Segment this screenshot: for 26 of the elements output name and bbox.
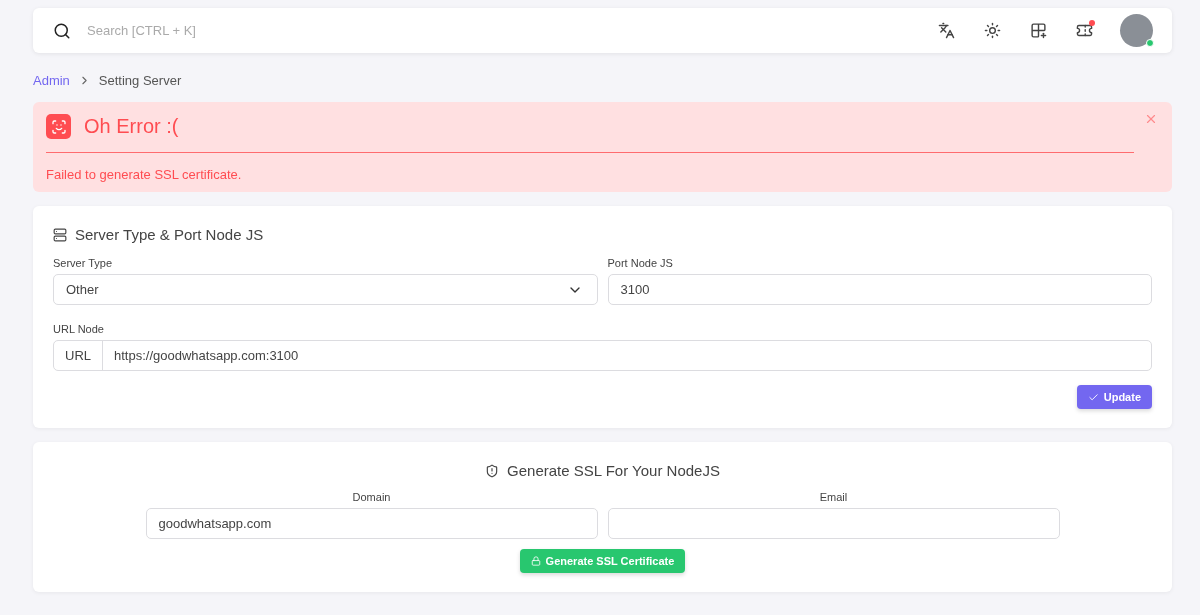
card-title: Server Type & Port Node JS	[75, 226, 264, 243]
server-icon	[53, 227, 67, 242]
alert-title: Oh Error :(	[84, 115, 179, 138]
lock-icon	[530, 556, 541, 566]
breadcrumb-current: Setting Server	[98, 73, 182, 88]
field-label: Server Type	[53, 257, 114, 269]
url-input[interactable]: https://goodwhatsapp.com:3100	[103, 341, 1151, 370]
server-type-select[interactable]: Other	[53, 274, 598, 305]
field-label: Port Node JS	[607, 257, 674, 269]
face-scan-icon	[46, 114, 71, 139]
card-title: Generate SSL For Your NodeJS	[507, 462, 720, 479]
update-button[interactable]: Update	[1076, 385, 1152, 409]
check-icon	[1087, 391, 1099, 403]
shield-icon	[485, 463, 500, 478]
email-input[interactable]	[607, 508, 1060, 539]
url-field[interactable]: URL https://goodwhatsapp.com:3100	[53, 340, 1152, 371]
field-label: Domain	[352, 491, 391, 503]
url-prefix: URL	[54, 341, 103, 370]
field-label: Email	[819, 491, 848, 503]
alert-message: Failed to generate SSL certificate.	[46, 166, 243, 182]
field-label: URL Node	[53, 323, 105, 335]
search-icon	[53, 21, 71, 40]
breadcrumb-link[interactable]: Admin	[33, 73, 70, 88]
port-input[interactable]: 3100	[607, 274, 1152, 305]
domain-input[interactable]: goodwhatsapp.com	[145, 508, 598, 539]
avatar[interactable]	[1120, 14, 1153, 47]
